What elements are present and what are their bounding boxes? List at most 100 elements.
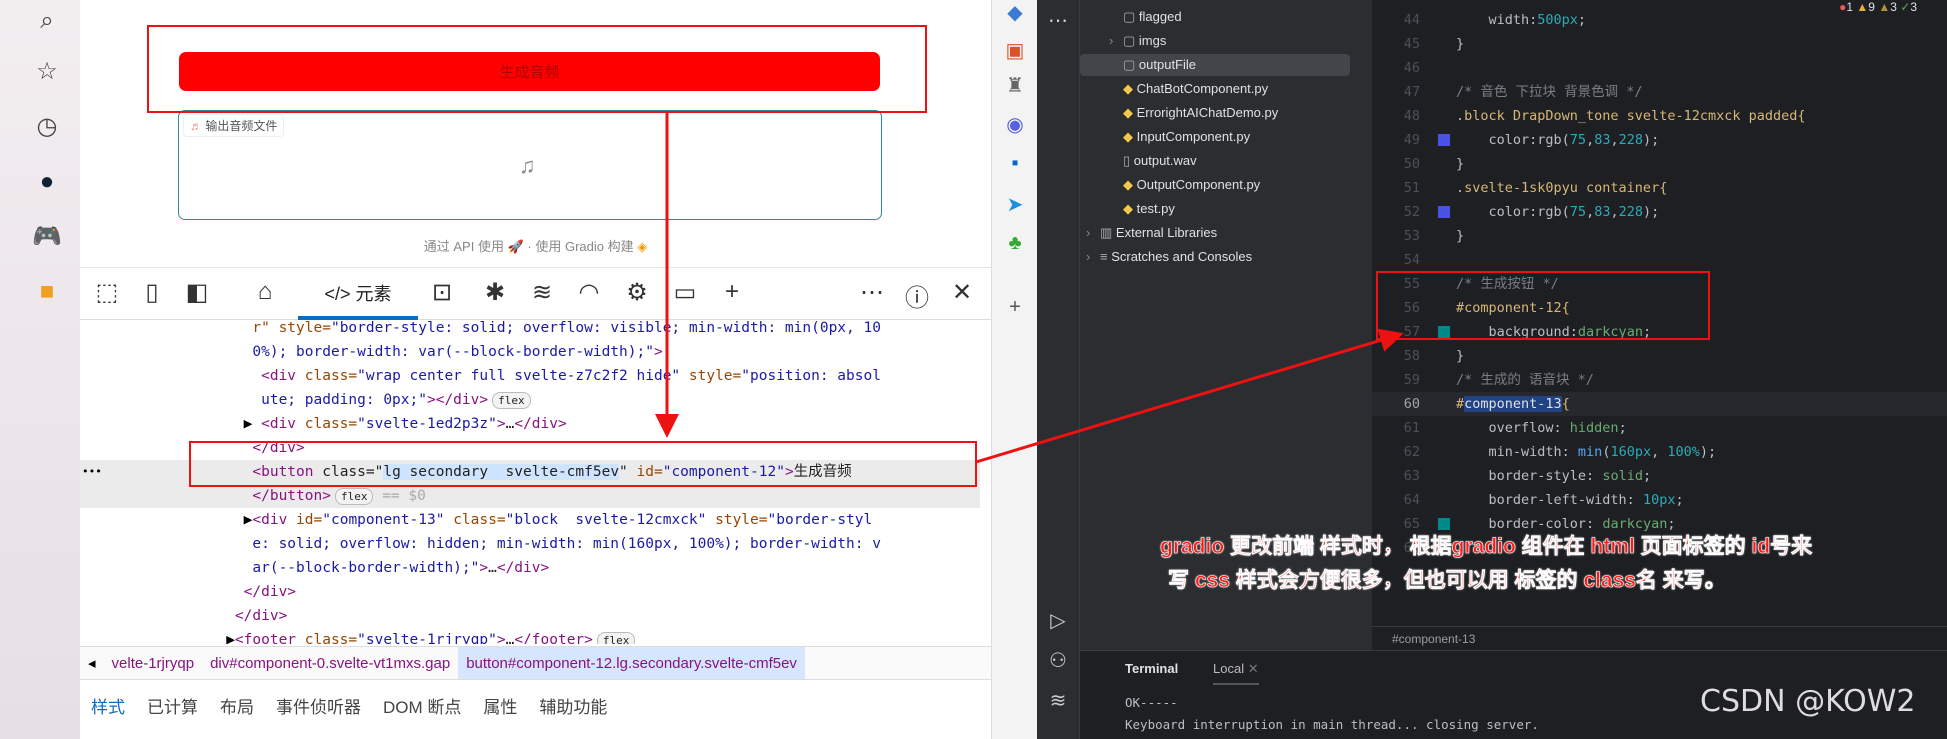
inspect-icon[interactable]: ⬚ xyxy=(90,278,124,307)
network-icon[interactable]: ≋ xyxy=(525,278,559,307)
terminal-tab-local[interactable]: Local ✕ xyxy=(1213,661,1259,685)
tree-item[interactable]: › ≡ Scratches and Consoles xyxy=(1086,246,1252,268)
star-icon[interactable]: ☆ xyxy=(30,55,64,89)
dom-line[interactable]: </div> xyxy=(80,604,980,628)
dom-line[interactable]: </div> xyxy=(80,580,980,604)
games-icon[interactable]: 🎮 xyxy=(30,220,64,254)
memory-icon[interactable]: ⚙ xyxy=(620,278,654,307)
terminal-title[interactable]: Terminal xyxy=(1125,661,1178,676)
dom-line[interactable]: e: solid; overflow: hidden; min-width: m… xyxy=(80,532,980,556)
add-tool-icon[interactable]: + xyxy=(715,278,749,306)
tab-event-listeners[interactable]: 事件侦听器 xyxy=(265,688,372,728)
flex-badge[interactable]: flex xyxy=(334,488,374,505)
editor-line[interactable]: 44 width:500px; xyxy=(1372,8,1947,32)
editor-line[interactable]: 48 .block DrapDown_tone svelte-12cmxck pa… xyxy=(1372,104,1947,128)
editor-line[interactable]: 56 #component-12{ xyxy=(1372,296,1947,320)
editor-line[interactable]: 58} xyxy=(1372,344,1947,368)
tree-item[interactable]: ◆ test.py xyxy=(1123,198,1175,220)
tab-dom-breakpoints[interactable]: DOM 断点 xyxy=(372,688,472,728)
tag-icon[interactable]: ◆ xyxy=(1000,0,1030,25)
tab-layout[interactable]: 布局 xyxy=(209,688,265,728)
editor-line[interactable]: 51 .svelte-1sk0pyu container{ xyxy=(1372,176,1947,200)
add-icon[interactable]: + xyxy=(1000,296,1030,319)
color-swatch-icon[interactable] xyxy=(1438,518,1450,530)
editor-line[interactable]: 45} xyxy=(1372,32,1947,56)
dom-line[interactable]: ▶ <div class="svelte-1ed2p3z">…</div> xyxy=(80,412,980,436)
dom-line[interactable]: </button> flex == $0 xyxy=(80,484,980,508)
row-menu[interactable]: ••• xyxy=(82,460,102,484)
sources-bug-icon[interactable]: ✱ xyxy=(478,278,512,307)
flex-badge[interactable]: flex xyxy=(596,632,636,644)
tab-elements[interactable]: </> 元素 xyxy=(298,268,418,320)
dom-line[interactable]: ▶<div id="component-13" class="block sve… xyxy=(80,508,980,532)
gradio-link[interactable]: 使用 Gradio 构建 xyxy=(535,239,633,254)
editor-line[interactable]: 64 border-left-width: 10px; xyxy=(1372,488,1947,512)
more-icon[interactable]: ⋯ xyxy=(1043,8,1073,33)
breadcrumb-item[interactable]: div#component-0.svelte-vt1mxs.gap xyxy=(202,647,458,679)
dom-line[interactable]: ar(--block-border-width);">…</div> xyxy=(80,556,980,580)
tree-item[interactable]: › ▥ External Libraries xyxy=(1086,222,1217,244)
copilot-icon[interactable]: ◉ xyxy=(1000,112,1030,137)
layers-icon[interactable]: ≋ xyxy=(1043,688,1073,713)
editor-line[interactable]: 46 xyxy=(1372,56,1947,80)
editor-line[interactable]: 47 /* 音色 下拉块 背景色调 */ xyxy=(1372,80,1947,104)
editor-breadcrumb[interactable]: #component-13 xyxy=(1372,626,1947,650)
breadcrumb-item-selected[interactable]: button#component-12.lg.secondary.svelte-… xyxy=(458,647,805,679)
breadcrumb-item[interactable]: velte-1rjryqp xyxy=(104,647,203,679)
chevron-right-icon[interactable]: › xyxy=(1109,30,1113,52)
editor-line[interactable]: 63 border-style: solid; xyxy=(1372,464,1947,488)
dom-line[interactable]: r" style="border-style: solid; overflow:… xyxy=(80,320,980,340)
editor-line[interactable]: 52 color:rgb(75,83,228); xyxy=(1372,200,1947,224)
editor-line[interactable]: 49 color:rgb(75,83,228); xyxy=(1372,128,1947,152)
tree-item[interactable]: ◆ OutputComponent.py xyxy=(1123,174,1260,196)
copilot-icon[interactable]: ● xyxy=(30,165,64,199)
tab-computed[interactable]: 已计算 xyxy=(136,688,209,728)
chevron-right-icon[interactable]: › xyxy=(1086,222,1090,244)
tab-properties[interactable]: 属性 xyxy=(472,688,528,728)
close-icon[interactable]: ✕ xyxy=(1248,661,1259,676)
color-swatch-icon[interactable] xyxy=(1438,326,1450,338)
tree-icon[interactable]: ♣ xyxy=(1000,232,1030,255)
tab-styles[interactable]: 样式 xyxy=(80,688,136,728)
chess-icon[interactable]: ♜ xyxy=(1000,73,1030,98)
editor-line[interactable]: 50} xyxy=(1372,152,1947,176)
search-icon[interactable]: ⌕ xyxy=(30,4,64,38)
console-icon[interactable]: ⊡ xyxy=(425,278,459,307)
tree-item[interactable]: › ▢ imgs xyxy=(1109,30,1166,52)
performance-icon[interactable]: ◠ xyxy=(572,278,606,307)
flex-badge[interactable]: flex xyxy=(492,392,531,409)
editor-line[interactable]: 57 background:darkcyan; xyxy=(1372,320,1947,344)
application-icon[interactable]: ▭ xyxy=(668,278,702,307)
run-icon[interactable]: ▷ xyxy=(1043,608,1073,633)
editor-line[interactable]: 60 #component-13{ xyxy=(1372,392,1947,416)
toolbox-icon[interactable]: ■ xyxy=(30,275,64,309)
tree-item[interactable]: ▢ flagged xyxy=(1123,6,1182,28)
history-icon[interactable]: ◷ xyxy=(30,110,64,144)
editor-line[interactable]: 53} xyxy=(1372,224,1947,248)
dom-line[interactable]: ▶<footer class="svelte-1rjryqp">…</foote… xyxy=(80,628,980,644)
chevron-right-icon[interactable]: › xyxy=(1086,246,1090,268)
dom-line[interactable]: </div> xyxy=(80,436,980,460)
dom-line[interactable]: ute; padding: 0px;"></div> flex xyxy=(80,388,980,412)
dock-icon[interactable]: ◧ xyxy=(180,278,214,307)
tab-accessibility[interactable]: 辅助功能 xyxy=(528,688,618,728)
api-link[interactable]: 通过 API 使用 xyxy=(424,239,504,254)
dom-line[interactable]: <div class="wrap center full svelte-z7c2… xyxy=(80,364,980,388)
help-icon[interactable]: ⓘ xyxy=(900,278,934,313)
device-emulation-icon[interactable]: ▯ xyxy=(135,278,169,307)
editor-line[interactable]: 54 xyxy=(1372,248,1947,272)
more-icon[interactable]: ⋯ xyxy=(855,278,889,307)
tree-item[interactable]: ◆ ChatBotComponent.py xyxy=(1123,78,1268,100)
editor-line[interactable]: 61 overflow: hidden; xyxy=(1372,416,1947,440)
python-console-icon[interactable]: ⚇ xyxy=(1043,648,1073,673)
editor-line[interactable]: 59 /* 生成的 语音块 */ xyxy=(1372,368,1947,392)
tree-item[interactable]: ◆ ErrorightAIChatDemo.py xyxy=(1123,102,1278,124)
home-icon[interactable]: ⌂ xyxy=(248,278,282,306)
briefcase-icon[interactable]: ▣ xyxy=(1000,38,1030,63)
generate-audio-button[interactable]: 生成音频 xyxy=(179,52,880,91)
editor-line[interactable]: 62 min-width: min(160px, 100%); xyxy=(1372,440,1947,464)
breadcrumb-scroll-left[interactable]: ◂ xyxy=(80,647,104,679)
outlook-icon[interactable]: ▪ xyxy=(1000,152,1030,175)
close-icon[interactable]: ✕ xyxy=(945,278,979,307)
color-swatch-icon[interactable] xyxy=(1438,134,1450,146)
